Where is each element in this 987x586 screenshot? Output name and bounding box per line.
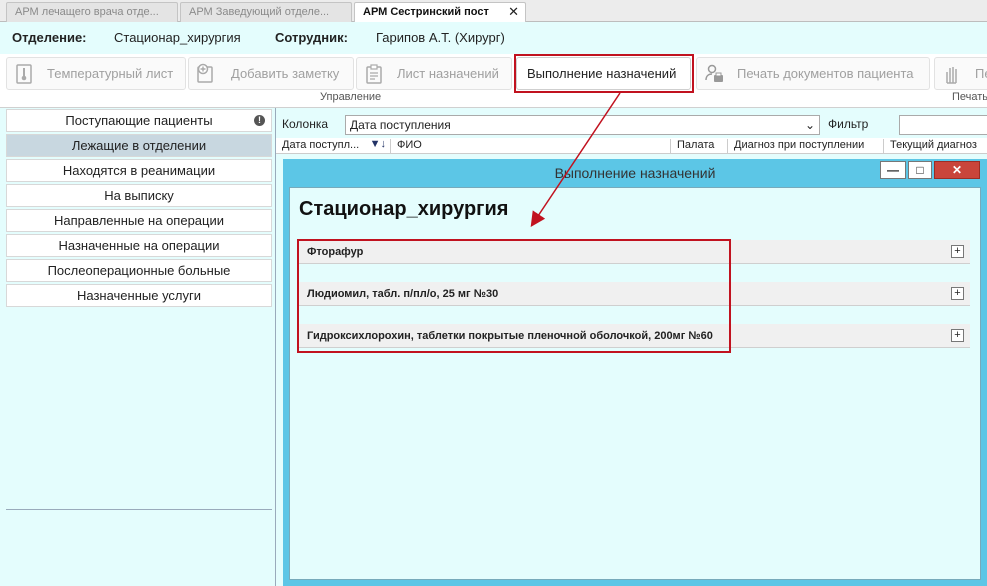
printer-person-icon (705, 64, 723, 82)
sidebar: Поступающие пациенты ! Лежащие в отделен… (0, 108, 276, 586)
tab-label: АРМ лечащего врача отде... (15, 6, 159, 18)
sidebar-item-label: На выписку (104, 188, 174, 203)
info-bar: Отделение: Стационар_хирургия Сотрудник:… (0, 22, 987, 54)
sidebar-item-label: Лежащие в отделении (71, 138, 207, 153)
print-button-partial[interactable]: Пе (934, 57, 987, 90)
sidebar-item-intensive-care[interactable]: Находятся в реанимации (6, 159, 272, 182)
column-header-ward[interactable]: Палата (671, 139, 728, 153)
sidebar-item-label: Назначенные на операции (58, 238, 220, 253)
tab-doctor-workstation[interactable]: АРМ лечащего врача отде... (6, 2, 178, 22)
sidebar-item-incoming-patients[interactable]: Поступающие пациенты ! (6, 109, 272, 132)
sidebar-item-in-department[interactable]: Лежащие в отделении (6, 134, 272, 157)
clipboard-icon (366, 64, 382, 84)
department-heading: Стационар_хирургия (299, 198, 509, 220)
group-label-print: Печать (952, 91, 987, 103)
sidebar-item-assigned-services[interactable]: Назначенные услуги (6, 284, 272, 307)
sidebar-item-referred-surgery[interactable]: Направленные на операции (6, 209, 272, 232)
panel-divider (6, 509, 272, 510)
tab-nurse-station[interactable]: АРМ Сестринский пост ✕ (354, 2, 526, 23)
filter-label: Фильтр (828, 117, 869, 131)
tab-label: АРМ Сестринский пост (363, 6, 489, 18)
close-icon[interactable]: ✕ (508, 3, 519, 21)
staff-value: Гарипов А.Т. (Хирург) (376, 30, 505, 45)
add-note-icon (197, 63, 213, 83)
minimize-button[interactable]: — (880, 161, 906, 179)
expand-icon[interactable]: + (951, 287, 964, 300)
highlight-box-medications (297, 239, 731, 353)
expand-icon[interactable]: + (951, 329, 964, 342)
column-header-name[interactable]: ФИО (391, 139, 671, 153)
sidebar-item-label: Направленные на операции (53, 213, 225, 228)
sidebar-item-label: Послеоперационные больные (47, 263, 231, 278)
sidebar-item-label: Назначенные услуги (76, 288, 202, 303)
sidebar-item-scheduled-surgery[interactable]: Назначенные на операции (6, 234, 272, 257)
sidebar-item-label: Находятся в реанимации (62, 163, 216, 178)
temperature-sheet-button[interactable]: Температурный лист (6, 57, 186, 90)
column-select-value: Дата поступления (350, 118, 451, 132)
column-header-admission-diagnosis[interactable]: Диагноз при поступлении (728, 139, 884, 153)
column-select[interactable]: Дата поступления ⌄ (345, 115, 820, 135)
filter-input[interactable] (899, 115, 987, 135)
hand-stop-icon (946, 67, 957, 84)
sidebar-item-label: Поступающие пациенты (65, 113, 213, 128)
column-label: Колонка (282, 117, 329, 131)
department-label: Отделение: (12, 30, 87, 45)
sort-filter-icon[interactable]: ▼↓ (370, 139, 386, 150)
print-patient-documents-button[interactable]: Печать документов пациента (696, 57, 930, 90)
column-header-admission-date[interactable]: Дата поступл... ▼↓ (276, 139, 391, 153)
column-header-current-diagnosis[interactable]: Текущий диагноз (884, 139, 987, 153)
maximize-button[interactable]: □ (908, 161, 932, 179)
sidebar-item-discharge[interactable]: На выписку (6, 184, 272, 207)
orders-sheet-button[interactable]: Лист назначений (356, 57, 512, 90)
chevron-down-icon: ⌄ (804, 118, 815, 132)
sidebar-item-postoperative[interactable]: Послеоперационные больные (6, 259, 272, 282)
add-note-button[interactable]: Добавить заметку (188, 57, 354, 90)
highlight-box-toolbar (514, 54, 694, 93)
group-label-manage: Управление (320, 91, 382, 103)
thermometer-icon (16, 64, 32, 84)
tab-label: АРМ Заведующий отделе... (189, 6, 330, 18)
tab-bar: АРМ лечащего врача отде... АРМ Заведующи… (0, 0, 987, 23)
expand-icon[interactable]: + (951, 245, 964, 258)
tab-head-workstation[interactable]: АРМ Заведующий отделе... (180, 2, 352, 22)
staff-label: Сотрудник: (275, 30, 348, 45)
filter-bar: Колонка Дата поступления ⌄ Фильтр (276, 112, 987, 136)
close-button[interactable]: ✕ (934, 161, 980, 179)
execute-orders-dialog: Выполнение назначений — □ ✕ Стационар_хи… (283, 159, 987, 586)
department-value: Стационар_хирургия (114, 30, 241, 45)
grid-header: Дата поступл... ▼↓ ФИО Палата Диагноз пр… (276, 138, 987, 154)
toolbar: Температурный лист Добавить заметку Лист… (0, 54, 987, 108)
info-icon: ! (254, 115, 265, 126)
